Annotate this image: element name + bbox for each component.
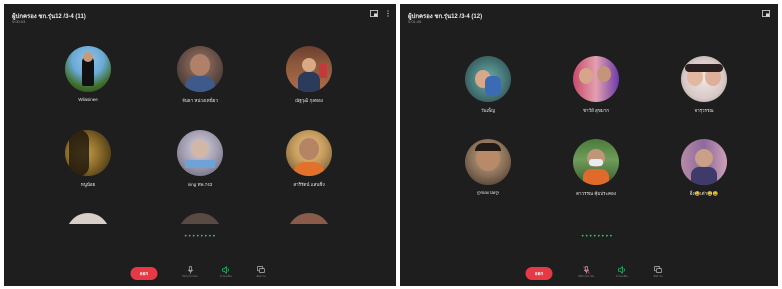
participant-tile[interactable]: ณัฐวุฒิ กุลทอง — [279, 46, 339, 104]
mic-button[interactable]: เปิดไมโครโฟน — [577, 266, 595, 279]
speaker-button[interactable]: ลำโพงเสียง — [217, 266, 235, 279]
participant-tile[interactable]: หนูน้อย — [58, 130, 118, 188]
more-options-icon[interactable] — [386, 10, 390, 17]
speaker-icon — [221, 266, 229, 274]
participant-tile[interactable]: จันธา หน่วงเหนี่ยว — [170, 46, 230, 104]
chat-label: ข้อความ — [653, 275, 663, 278]
chat-icon — [257, 266, 265, 273]
participant-tile[interactable]: ning ทพ.743 — [170, 130, 230, 188]
participant-tile[interactable]: ชาวีย์ สุขมาก — [566, 56, 626, 114]
participant-name: หนูน้อย — [80, 182, 96, 187]
participant-tile-partial[interactable] — [66, 213, 110, 224]
mic-label: ปิดไมโครโฟน — [182, 275, 198, 278]
participant-name: Wilasinee — [78, 97, 98, 102]
participant-name: ณัฐวุฒิ กุลทอง — [295, 98, 323, 103]
minimize-window-icon[interactable] — [762, 10, 770, 17]
call-window-left: ผู้ปกครอง ชก.รุ่น12 /3-4 (11) 0:00:03 Wi… — [4, 4, 396, 286]
participant-tile[interactable]: วันเพ็ญ — [458, 56, 518, 114]
participant-name: ning ทพ.743 — [187, 182, 213, 187]
chat-button[interactable]: ข้อความ — [252, 266, 270, 279]
avatar — [681, 56, 727, 102]
avatar — [286, 46, 332, 92]
avatar — [573, 139, 619, 185]
participant-tile-partial[interactable] — [287, 213, 331, 224]
end-call-button[interactable]: ออก — [130, 267, 158, 280]
participant-name: อิ๋ง😀เต๋า😀😀 — [689, 191, 719, 196]
participant-name: ღmax tarღ — [476, 190, 500, 195]
call-timer: 0:00:03 — [12, 19, 26, 24]
page-indicator: •••••••• — [183, 233, 217, 240]
participant-tile[interactable]: ดาวรรณ คุ้มประคอง — [566, 139, 626, 197]
avatar — [681, 139, 727, 185]
chat-button[interactable]: ข้อความ — [649, 266, 667, 279]
avatar — [65, 130, 111, 176]
speaker-button[interactable]: ลำโพงเสียง — [613, 266, 631, 279]
participant-tile[interactable]: จารุวรรณ — [674, 56, 734, 114]
avatar — [465, 56, 511, 102]
chat-label: ข้อความ — [256, 275, 266, 278]
avatar — [573, 56, 619, 102]
participant-name: จันธา หน่วงเหนี่ยว — [182, 98, 218, 103]
mic-button[interactable]: ปิดไมโครโฟน — [181, 266, 199, 279]
participant-tile[interactable]: ღmax tarღ — [458, 139, 518, 196]
avatar — [65, 46, 111, 92]
chat-icon — [654, 266, 662, 273]
speaker-label: ลำโพงเสียง — [615, 275, 629, 278]
speaker-label: ลำโพงเสียง — [219, 275, 233, 278]
call-window-right: ผู้ปกครอง ชก.รุ่น12 /3-4 (12) 0:01:45 วั… — [400, 4, 778, 286]
participant-tile[interactable]: อิ๋ง😀เต๋า😀😀 — [674, 139, 734, 197]
mic-icon — [187, 266, 193, 274]
page-indicator: •••••••• — [580, 233, 614, 240]
mic-off-icon — [582, 266, 590, 274]
participant-tile[interactable]: Wilasinee — [58, 46, 118, 102]
participant-name: ชาวีย์ สุขมาก — [582, 108, 610, 113]
participant-name: วันเพ็ญ — [481, 108, 495, 113]
participant-name: จารุวรรณ — [694, 108, 714, 113]
participant-tile[interactable]: สาริรัตน์ แสนชิ่ง — [279, 130, 339, 188]
participant-name: สาริรัตน์ แสนชิ่ง — [293, 182, 325, 187]
call-timer: 0:01:45 — [408, 19, 422, 24]
speaker-icon — [617, 266, 625, 274]
participant-tile-partial[interactable] — [178, 213, 222, 224]
avatar — [286, 130, 332, 176]
avatar — [177, 46, 223, 92]
avatar — [177, 130, 223, 176]
participant-name: ดาวรรณ คุ้มประคอง — [576, 191, 616, 196]
minimize-window-icon[interactable] — [370, 10, 378, 17]
avatar — [465, 139, 511, 185]
end-call-button[interactable]: ออก — [525, 267, 553, 280]
mic-label: เปิดไมโครโฟน — [577, 275, 595, 278]
